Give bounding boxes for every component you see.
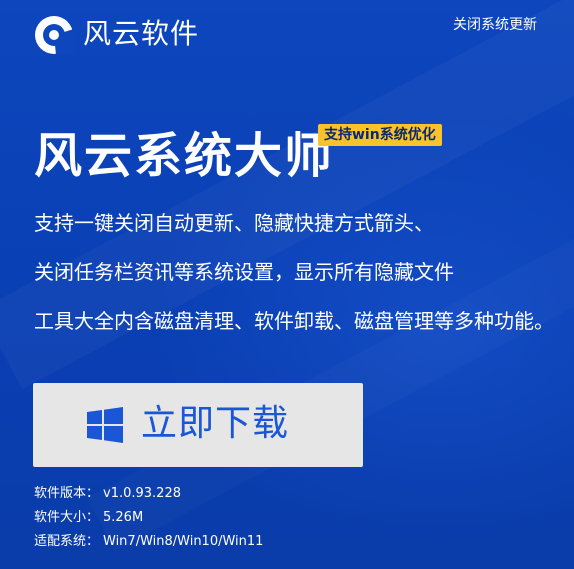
info-key: 软件版本： (34, 486, 100, 501)
page-title: 风云系统大师 (34, 128, 335, 184)
close-system-update-link[interactable]: 关闭系统更新 (453, 14, 537, 36)
brand-name: 风云软件 (83, 17, 200, 50)
info-key: 适配系统： (34, 534, 100, 549)
download-landing-page: 风云软件 关闭系统更新 风云系统大师 支持win系统优化 支持一键关闭自动更新、… (0, 0, 574, 569)
description-line: 支持一键关闭自动更新、隐藏快捷方式箭头、 (34, 211, 434, 235)
info-value: Win7/Win8/Win10/Win11 (103, 534, 264, 549)
info-row-compat: 适配系统： Win7/Win8/Win10/Win11 (34, 530, 263, 554)
info-key: 软件大小： (34, 510, 100, 525)
windows-icon (87, 407, 123, 443)
software-info: 软件版本： v1.0.93.228 软件大小： 5.26M 适配系统： Win7/Wi… (34, 482, 263, 554)
description-line: 关闭任务栏资讯等系统设置，显示所有隐藏文件 (34, 260, 454, 284)
info-row-size: 软件大小： 5.26M (34, 506, 263, 530)
info-value: v1.0.93.228 (103, 486, 181, 501)
download-button-label: 立即下载 (141, 403, 290, 444)
feature-badge: 支持win系统优化 (318, 124, 442, 146)
description-line: 工具大全内含磁盘清理、软件卸载、磁盘管理等多种功能。 (34, 309, 554, 333)
info-row-version: 软件版本： v1.0.93.228 (34, 482, 263, 506)
info-value: 5.26M (103, 510, 144, 525)
download-button[interactable]: 立即下载 (33, 383, 363, 467)
brand-logo-icon (35, 16, 74, 55)
